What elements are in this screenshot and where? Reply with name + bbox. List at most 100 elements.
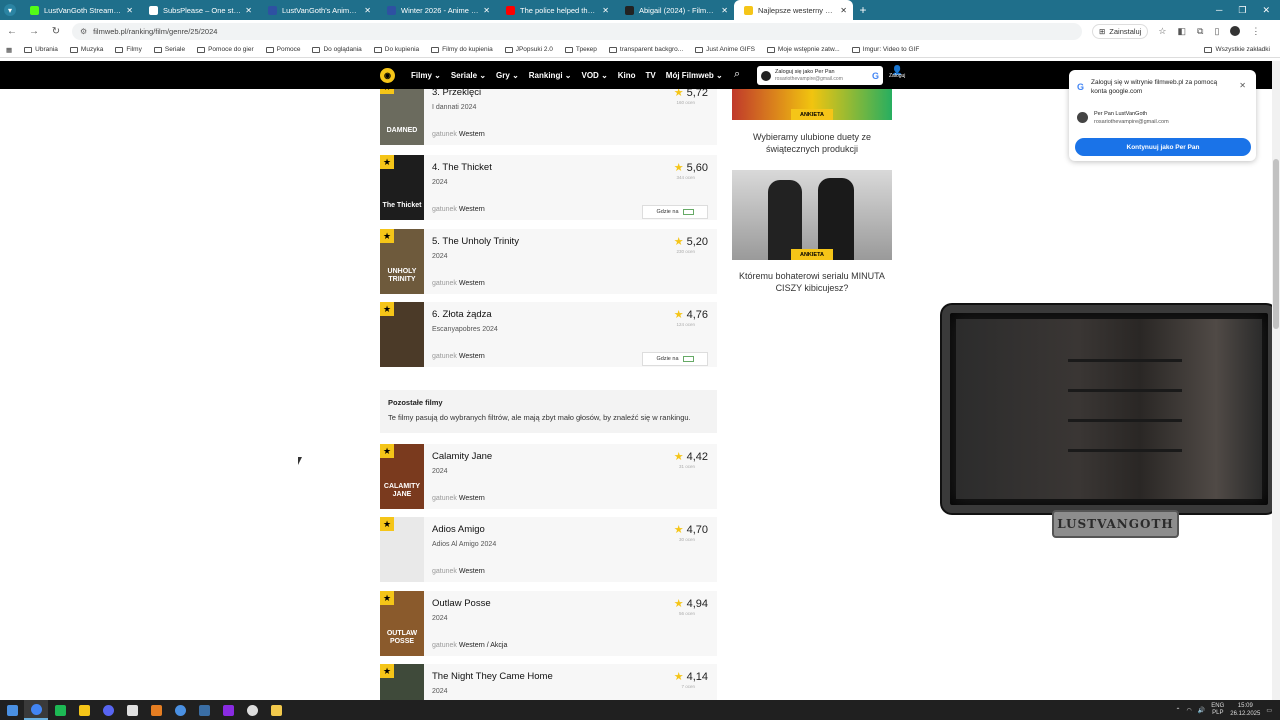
notifications-icon[interactable]: ▭: [1266, 707, 1272, 714]
user-login-button[interactable]: 👤 Zaloguj: [889, 66, 905, 80]
film-title[interactable]: 6. Złota żądza: [432, 309, 492, 320]
promo-caption[interactable]: Wybieramy ulubione duety ze świątecznych…: [732, 131, 892, 155]
bookmark-item[interactable]: Ubrania: [24, 46, 58, 53]
bookmark-star-icon[interactable]: ☆: [1158, 26, 1166, 37]
site-nav-item[interactable]: VOD ⌄: [581, 71, 607, 80]
google-login-button[interactable]: Zaloguj się jako Per Pan rosariothevampi…: [757, 66, 883, 85]
genre-value[interactable]: Western: [459, 280, 485, 287]
film-title[interactable]: 3. Przeklęci: [432, 89, 481, 98]
bookmark-item[interactable]: Pomoce: [265, 46, 300, 53]
browser-tab[interactable]: SubsPlease – One stop shop fo✕: [139, 0, 258, 20]
bookmark-item[interactable]: Filmy do kupienia: [431, 46, 493, 53]
bookmark-item[interactable]: Imgur: Video to GIF: [851, 46, 919, 53]
taskbar-app[interactable]: [192, 700, 216, 720]
extensions-puzzle-icon[interactable]: ⧉: [1197, 26, 1203, 37]
film-title[interactable]: Calamity Jane: [432, 451, 492, 462]
film-card[interactable]: ★ OUTLAW POSSE Outlaw Posse 2024 gatunek…: [380, 591, 717, 656]
film-title[interactable]: 4. The Thicket: [432, 162, 492, 173]
wifi-icon[interactable]: ◠: [1187, 707, 1192, 714]
bookmark-item[interactable]: Just Anime GIFS: [695, 46, 755, 53]
film-poster[interactable]: ★: [380, 517, 424, 582]
bookmark-item[interactable]: Muzyka: [69, 46, 103, 53]
clock[interactable]: 15:09 26.12.2025: [1230, 702, 1260, 718]
film-card[interactable]: ★ 6. Złota żądza Escanyapobres 2024 gatu…: [380, 302, 717, 367]
close-icon[interactable]: ✕: [1239, 81, 1246, 90]
close-tab-icon[interactable]: ✕: [602, 6, 609, 15]
film-poster[interactable]: ★: [380, 664, 424, 700]
site-nav-item[interactable]: Rankingi ⌄: [529, 71, 572, 80]
genre-value[interactable]: Western / Akcja: [459, 642, 508, 649]
film-card[interactable]: ★ Adios Amigo Adios Al Amigo 2024 gatune…: [380, 517, 717, 582]
continue-button[interactable]: Kontynuuj jako Per Pan: [1075, 138, 1251, 156]
site-nav-item[interactable]: Seriale ⌄: [451, 71, 486, 80]
site-nav-item[interactable]: Gry ⌄: [496, 71, 519, 80]
film-title[interactable]: Outlaw Posse: [432, 598, 491, 609]
all-bookmarks[interactable]: Wszystkie zakładki: [1204, 46, 1280, 53]
scrollbar[interactable]: [1272, 61, 1280, 700]
film-title[interactable]: 5. The Unholy Trinity: [432, 236, 519, 247]
site-info-icon[interactable]: ⚙: [80, 27, 87, 36]
taskbar-app[interactable]: [96, 700, 120, 720]
film-card[interactable]: ★ CALAMITY JANE Calamity Jane 2024 gatun…: [380, 444, 717, 509]
site-nav-item[interactable]: Mój Filmweb ⌄: [666, 71, 723, 80]
reload-icon[interactable]: ↻: [50, 26, 62, 37]
browser-tab[interactable]: Najlepsze westerny z 2024 roku ✕: [734, 0, 853, 20]
install-button[interactable]: ⊞ Zainstaluj: [1092, 23, 1149, 39]
site-nav-item[interactable]: Kino: [618, 71, 636, 80]
sidepanel-icon[interactable]: ▯: [1214, 26, 1219, 37]
tray-icon[interactable]: ⌃: [1176, 707, 1181, 714]
film-poster[interactable]: ★ OUTLAW POSSE: [380, 591, 424, 656]
site-nav-item[interactable]: TV: [646, 71, 656, 80]
film-poster[interactable]: ★: [380, 302, 424, 367]
film-card[interactable]: ★ DAMNED 3. Przeklęci I dannati 2024 gat…: [380, 89, 717, 145]
taskbar-app[interactable]: [120, 700, 144, 720]
bookmark-item[interactable]: Do kupienia: [373, 46, 419, 53]
genre-value[interactable]: Western: [459, 495, 485, 502]
film-poster[interactable]: ★ CALAMITY JANE: [380, 444, 424, 509]
taskbar-app[interactable]: [24, 700, 48, 720]
extension-icon[interactable]: ◧: [1177, 26, 1186, 37]
film-poster[interactable]: ★ The Thicket: [380, 155, 424, 220]
taskbar-app[interactable]: [216, 700, 240, 720]
bookmark-item[interactable]: Do oglądania: [312, 46, 362, 53]
close-tab-icon[interactable]: ✕: [126, 6, 133, 15]
bookmark-item[interactable]: Seriale: [153, 46, 185, 53]
search-icon[interactable]: ⌕: [734, 68, 740, 81]
tab-search-button[interactable]: ▾: [0, 0, 20, 20]
film-card[interactable]: ★ The Thicket 4. The Thicket 2024 gatune…: [380, 155, 717, 220]
site-nav-item[interactable]: Filmy ⌄: [411, 71, 441, 80]
start-button[interactable]: [0, 700, 24, 720]
browser-tab[interactable]: The police helped the girl get a ✕: [496, 0, 615, 20]
close-tab-icon[interactable]: ✕: [364, 6, 371, 15]
promo-caption[interactable]: Któremu bohaterowi serialu MINUTA CISZY …: [732, 270, 892, 294]
taskbar-app[interactable]: [168, 700, 192, 720]
browser-tab[interactable]: Winter 2026 - Anime - MyAnim ✕: [377, 0, 496, 20]
url-field[interactable]: ⚙ filmweb.pl/ranking/film/genre/25/2024: [72, 22, 1082, 40]
apps-grid-icon[interactable]: ▦: [6, 46, 12, 54]
close-window-icon[interactable]: ✕: [1262, 5, 1270, 16]
bookmark-item[interactable]: Pomoce do gier: [197, 46, 254, 53]
film-card[interactable]: ★ The Night They Came Home 2024 gatunek …: [380, 664, 717, 700]
minimize-icon[interactable]: ─: [1216, 5, 1222, 15]
popup-account[interactable]: Per Pan LustVanGoth rosariothevampire@gm…: [1077, 110, 1169, 125]
taskbar-app[interactable]: [144, 700, 168, 720]
profile-avatar[interactable]: [1230, 26, 1241, 36]
forward-icon[interactable]: →: [28, 26, 40, 37]
genre-value[interactable]: Western: [459, 131, 485, 138]
menu-dots-icon[interactable]: ⋮: [1251, 26, 1260, 37]
close-tab-icon[interactable]: ✕: [840, 6, 847, 15]
genre-value[interactable]: Western: [459, 353, 485, 360]
genre-value[interactable]: Western: [459, 568, 485, 575]
taskbar-app[interactable]: [264, 700, 288, 720]
browser-tab[interactable]: LustVanGoth's Anime List - My ✕: [258, 0, 377, 20]
promo-image-minuta-ciszy[interactable]: ANKIETA: [732, 170, 892, 260]
genre-value[interactable]: Western: [459, 206, 485, 213]
filmweb-logo[interactable]: ◉: [380, 68, 395, 83]
film-poster[interactable]: ★ DAMNED: [380, 89, 424, 145]
speaker-icon[interactable]: 🔊: [1198, 707, 1205, 714]
bookmark-item[interactable]: Moje wstępnie zatw...: [766, 46, 840, 53]
bookmark-item[interactable]: Filmy: [115, 46, 142, 53]
taskbar-app[interactable]: [72, 700, 96, 720]
promo-image-duets[interactable]: ANKIETA: [732, 89, 892, 120]
restore-icon[interactable]: ❐: [1238, 5, 1246, 16]
